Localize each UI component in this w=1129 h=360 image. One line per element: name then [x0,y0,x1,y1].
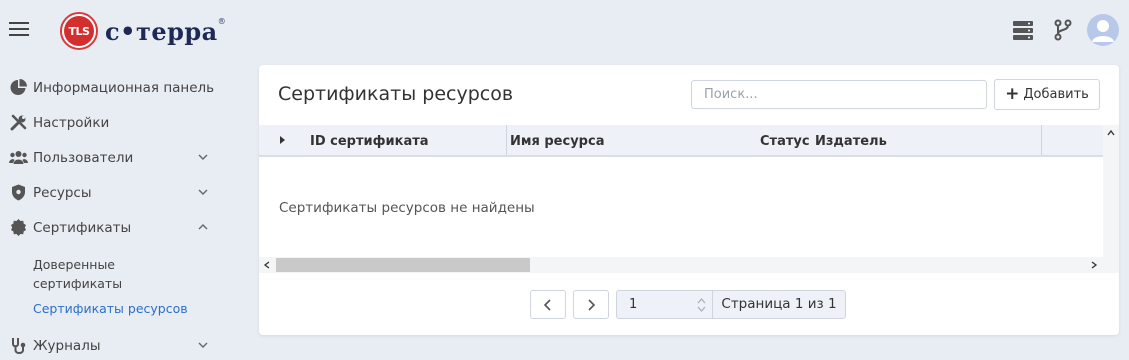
horizontal-scrollbar[interactable] [259,257,1119,273]
sidebar-subitem-resource-certificates[interactable]: Сертификаты ресурсов [0,299,220,318]
sidebar-subitem-label: Доверенные сертификаты [33,257,123,291]
chevron-down-icon[interactable] [198,187,208,197]
chevron-right-icon [588,298,596,311]
page-number-input[interactable]: 1 [616,290,713,319]
scroll-up-icon[interactable] [1107,129,1115,137]
horizontal-scroll-thumb[interactable] [276,258,530,272]
sidebar-item-certificates[interactable]: Сертификаты [0,210,220,245]
logo-text: с•терра® [105,17,226,46]
chevron-left-icon [543,298,551,311]
user-avatar-icon[interactable] [1087,14,1119,46]
sidebar-item-label: Настройки [33,114,110,131]
previous-page-button[interactable] [530,290,566,319]
users-icon [9,148,28,167]
page-number-value: 1 [629,297,638,312]
certificate-badge-icon [9,218,28,237]
server-icon[interactable] [1003,10,1043,50]
dashboard-pie-icon [9,78,28,97]
add-button-label: Добавить [1023,87,1089,102]
column-header-certificate-id[interactable]: ID сертификата [310,134,429,149]
next-page-button[interactable] [573,290,609,319]
logo-registered-mark: ® [217,16,227,26]
logo-badge: TLS [60,12,98,50]
chevron-down-icon[interactable] [198,152,208,162]
page-count-label: Страница 1 из 1 [712,290,846,319]
expand-all-icon[interactable] [280,136,285,144]
sidebar-item-label: Ресурсы [33,184,92,201]
sidebar-item-label: Сертификаты [33,219,132,236]
sidebar-item-dashboard[interactable]: Информационная панель [0,70,220,105]
resource-certificates-card: Сертификаты ресурсов + Добавить ID серти… [259,65,1119,335]
wrench-screwdriver-icon [9,113,28,132]
column-resize-handle[interactable] [506,125,507,155]
sidebar-subitem-label: Сертификаты ресурсов [33,301,188,316]
scroll-right-icon[interactable] [1090,261,1098,269]
stethoscope-icon [9,336,28,355]
add-button[interactable]: + Добавить [994,79,1100,110]
plus-icon: + [1005,84,1020,104]
column-header-issuer[interactable]: Издатель [815,134,887,149]
logo-badge-text: TLS [64,16,94,46]
search-input[interactable] [691,80,987,109]
sidebar-item-logs[interactable]: Журналы [0,328,220,360]
page-title: Сертификаты ресурсов [278,83,514,105]
shield-icon [9,183,28,202]
chevron-up-icon[interactable] [198,222,208,232]
sidebar-item-settings[interactable]: Настройки [0,105,220,140]
git-branch-icon[interactable] [1043,10,1083,50]
column-header-status[interactable]: Статус [760,134,810,149]
sidebar-item-label: Журналы [33,337,101,354]
sidebar: Информационная панель Настройки Пользова… [0,70,220,360]
scroll-left-icon[interactable] [263,261,271,269]
empty-table-message: Сертификаты ресурсов не найдены [279,200,535,216]
table-header: ID сертификата Имя ресурса Статус Издате… [259,125,1103,157]
spinner-arrows-icon[interactable] [697,297,706,313]
vertical-scrollbar[interactable] [1103,125,1119,273]
logo-wordmark: с•терра [105,16,218,46]
chevron-down-icon[interactable] [198,340,208,350]
sidebar-subitem-trusted-certificates[interactable]: Доверенные сертификаты [0,255,123,293]
sidebar-item-label: Пользователи [33,149,134,166]
sidebar-item-users[interactable]: Пользователи [0,140,220,175]
menu-icon[interactable] [9,22,29,38]
sidebar-item-label: Информационная панель [33,79,215,96]
logo[interactable]: TLS с•терра® [60,12,226,50]
column-resize-handle[interactable] [1041,125,1042,155]
column-header-resource-name[interactable]: Имя ресурса [510,134,604,149]
app-header: TLS с•терра® [0,0,1129,60]
sidebar-item-resources[interactable]: Ресурсы [0,175,220,210]
